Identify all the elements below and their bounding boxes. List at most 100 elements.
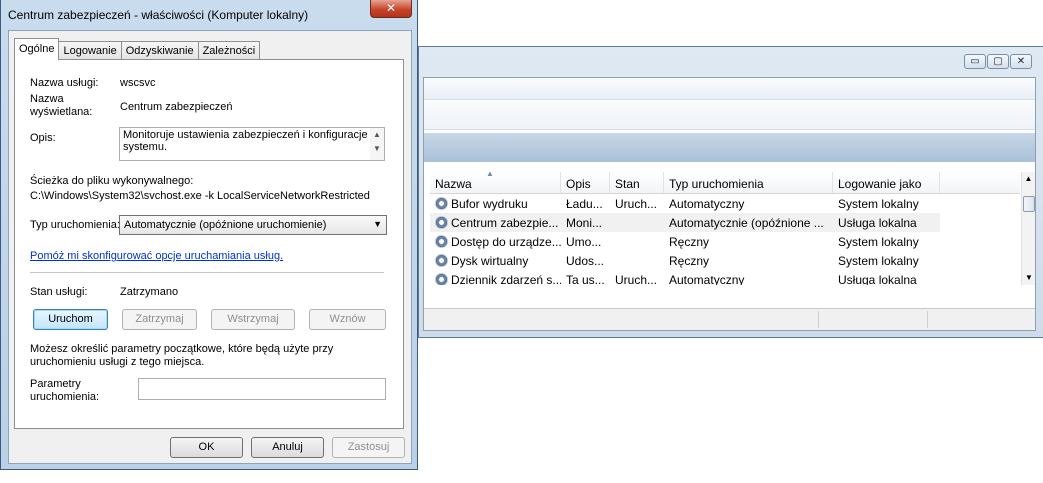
table-body: Bufor wydruku Ładu... Uruch... Automatyczny… (430, 194, 1020, 285)
startup-type-select[interactable]: Automatycznie (opóźnione uruchomienie) ▼ (119, 215, 387, 235)
params-label: Parametry (30, 378, 81, 390)
stop-button[interactable]: Zatrzymaj (122, 309, 197, 330)
status-value: Zatrzymano (120, 286, 179, 298)
display-name-label: Nazwa (30, 93, 64, 105)
cell-name: Centrum zabezpie... (430, 215, 561, 230)
cell-desc: Ładu... (561, 197, 610, 211)
service-gear-icon (435, 234, 448, 248)
table-row[interactable]: Dziennik zdarzeń s... Ta us... Uruch... Aut… (430, 270, 1020, 285)
services-content: ▲ Nazwa Opis Stan Typ uruchomienia Logowa… (423, 77, 1036, 331)
scroll-up-icon[interactable]: ▲ (1022, 172, 1035, 186)
tab-general[interactable]: Ogólne (14, 38, 60, 60)
column-header-startup[interactable]: Typ uruchomienia (664, 172, 833, 193)
cell-text: Ręczny (669, 253, 710, 268)
close-button[interactable]: ✕ (1010, 54, 1032, 69)
description-text: Monitoruje ustawienia zabezpieczeń i kon… (123, 129, 368, 153)
cell-startup: Automatyczny (664, 197, 833, 211)
cell-text: Ładu... (566, 196, 603, 211)
divider (30, 272, 384, 273)
tab-logon[interactable]: Logowanie (58, 41, 122, 60)
cell-startup: Ręczny (664, 235, 833, 249)
path-value: C:\Windows\System32\svchost.exe -k Local… (30, 190, 370, 202)
cell-text: Usługa lokalna (838, 215, 917, 230)
cell-text: Moni... (566, 215, 603, 230)
cell-text: Automatycznie (opóźnione ... (669, 215, 824, 230)
start-button[interactable]: Uruchom (33, 309, 108, 330)
cell-desc: Udos... (561, 254, 610, 268)
table-row[interactable]: Dysk wirtualny Udos... Ręczny System lokaln… (430, 251, 1020, 270)
tab-recovery[interactable]: Odzyskiwanie (120, 41, 199, 60)
tab-dependencies[interactable]: Zależności (197, 41, 261, 60)
dialog-body: Ogólne Logowanie Odzyskiwanie Zależności… (8, 30, 412, 464)
cell-name: Dysk wirtualny (430, 253, 561, 268)
params-input[interactable] (138, 378, 386, 400)
cell-state: Uruch... (610, 273, 664, 286)
table-row[interactable]: Centrum zabezpie... Moni... Automatycznie … (430, 213, 940, 232)
display-name-value: Centrum zabezpieczeń (120, 101, 233, 113)
dropdown-arrow-icon: ▼ (373, 219, 382, 229)
services-window: ▭ ▢ ✕ ▲ Nazwa Opis Stan Typ uruchomienia … (418, 46, 1043, 338)
scroll-down-icon[interactable]: ▼ (370, 142, 384, 156)
startup-help-link[interactable]: Pomóż mi skonfigurować opcje uruchamiani… (30, 250, 283, 262)
cell-logon: System lokalny (833, 197, 940, 211)
cell-text: Uruch... (615, 272, 658, 286)
table-row[interactable]: Dostęp do urządze... Umo... Ręczny System l… (430, 232, 1020, 251)
maximize-button[interactable]: ▢ (987, 54, 1009, 69)
dialog-title: Centrum zabezpieczeń - właściwości (Komp… (8, 8, 309, 22)
startup-type-value: Automatycznie (opóźnione uruchomienie) (124, 219, 327, 231)
status-bar (424, 308, 1035, 330)
service-gear-icon (435, 215, 448, 229)
column-header-logon[interactable]: Logowanie jako (833, 172, 940, 193)
services-table: ▲ Nazwa Opis Stan Typ uruchomienia Logowa… (430, 172, 1020, 285)
pause-button[interactable]: Wstrzymaj (211, 309, 295, 330)
cell-startup: Ręczny (664, 254, 833, 268)
service-name-label: Nazwa usługi: (30, 77, 99, 89)
cell-name: Dziennik zdarzeń s... (430, 272, 561, 286)
minimize-button[interactable]: ▭ (964, 54, 986, 69)
cell-logon: Usługa lokalna (833, 216, 940, 230)
cell-startup: Automatyczny (664, 273, 833, 286)
column-header-desc[interactable]: Opis (561, 172, 610, 193)
cell-text: Dostęp do urządze... (451, 234, 561, 249)
cancel-button[interactable]: Anuluj (251, 437, 324, 458)
close-icon[interactable]: ✕ (370, 0, 412, 18)
cell-text: Usługa lokalna (838, 272, 917, 286)
toolbar (424, 100, 1035, 130)
cell-text: Automatyczny (669, 196, 745, 211)
cell-text: Umo... (566, 234, 602, 249)
cell-text: Bufor wydruku (451, 196, 528, 211)
caption-buttons: ▭ ▢ ✕ (963, 54, 1032, 69)
scroll-up-icon[interactable]: ▲ (370, 128, 384, 142)
scroll-thumb[interactable] (1023, 196, 1035, 212)
column-header-state[interactable]: Stan (610, 172, 664, 193)
cell-logon: Usługa lokalna (833, 273, 940, 286)
header-band (424, 133, 1035, 162)
cell-text: System lokalny (838, 253, 919, 268)
cell-text: Ta us... (566, 272, 605, 286)
vertical-scrollbar[interactable]: ▲ ▼ (1021, 172, 1035, 285)
column-header-name[interactable]: ▲ Nazwa (430, 172, 561, 193)
services-titlebar[interactable]: ▭ ▢ ✕ (419, 47, 1043, 75)
scroll-down-icon[interactable]: ▼ (1022, 271, 1036, 285)
resume-button[interactable]: Wznów (309, 309, 386, 330)
service-gear-icon (435, 272, 448, 285)
table-row[interactable]: Bufor wydruku Ładu... Uruch... Automatyczny… (430, 194, 1020, 213)
ok-button[interactable]: OK (170, 437, 243, 458)
apply-button[interactable]: Zastosuj (332, 437, 405, 458)
cell-logon: System lokalny (833, 235, 940, 249)
cell-text: Dziennik zdarzeń s... (451, 272, 561, 286)
status-label: Stan usługi: (30, 286, 88, 298)
cell-text: Automatyczny (669, 272, 745, 286)
menu-bar (424, 78, 1035, 100)
service-name-value: wscsvc (120, 77, 156, 89)
cell-text: Centrum zabezpie... (451, 215, 559, 230)
cell-text: Dysk wirtualny (451, 253, 529, 268)
description-scrollbar[interactable]: ▲ ▼ (370, 128, 384, 160)
sort-asc-icon: ▲ (486, 172, 494, 178)
description-textarea[interactable]: Monitoruje ustawienia zabezpieczeń i kon… (119, 127, 385, 161)
path-label: Ścieżka do pliku wykonywalnego: (30, 175, 194, 187)
service-gear-icon (435, 253, 448, 267)
status-divider (818, 311, 819, 328)
properties-dialog: Centrum zabezpieczeń - właściwości (Komp… (0, 0, 418, 470)
display-name-label-2: wyświetlana: (30, 106, 93, 118)
